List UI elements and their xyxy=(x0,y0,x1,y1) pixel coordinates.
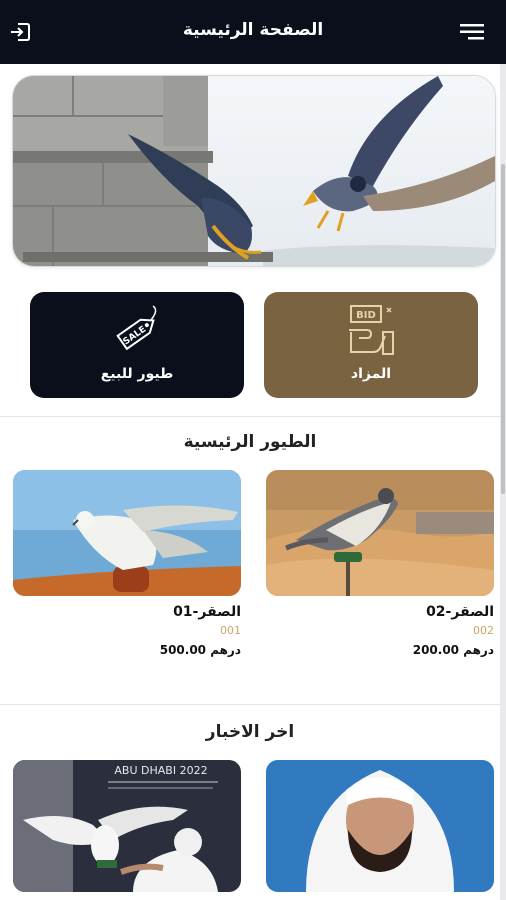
bird-card-info: الصقر-01 001 500.00 درهم xyxy=(13,604,241,657)
scrollbar[interactable] xyxy=(500,64,506,900)
news-event-image: ABU DHABI 2022 xyxy=(13,760,241,892)
scrollbar-thumb[interactable] xyxy=(501,164,505,494)
featured-birds-title: الطيور الرئيسية xyxy=(183,432,317,452)
auction-label: المزاد xyxy=(350,366,392,382)
bird-card-image[interactable] xyxy=(13,470,241,596)
auction-button[interactable]: BID المزاد xyxy=(264,292,478,398)
birds-for-sale-button[interactable]: SALE طيور للبيع xyxy=(30,292,244,398)
app-header: الصفحة الرئيسية xyxy=(0,0,506,64)
bird-code: 001 xyxy=(220,624,241,637)
bird-name: الصقر-02 xyxy=(426,604,494,620)
bid-badge-text: BID xyxy=(356,310,376,321)
bird-card-info: الصقر-02 002 200.00 درهم xyxy=(266,604,494,657)
birds-for-sale-label: طيور للبيع xyxy=(100,366,174,382)
bid-hand-icon: BID xyxy=(264,302,478,358)
falcon-sky-image xyxy=(13,470,241,596)
hero-falcons-image xyxy=(13,76,495,266)
menu-icon[interactable] xyxy=(458,18,486,46)
sale-tag-icon: SALE xyxy=(30,302,244,358)
news-card-image[interactable] xyxy=(266,760,494,892)
latest-news-title: اخر الاخبار xyxy=(205,722,295,742)
bird-card-image[interactable] xyxy=(266,470,494,596)
bird-price: 500.00 درهم xyxy=(159,643,241,657)
falcon-desert-image xyxy=(266,470,494,596)
news-portrait-image xyxy=(266,760,494,892)
news-banner-text: ABU DHABI 2022 xyxy=(114,764,207,777)
bird-name: الصقر-01 xyxy=(173,604,241,620)
page-title: الصفحة الرئيسية xyxy=(182,20,324,40)
bird-code: 002 xyxy=(473,624,494,637)
news-card-image[interactable]: ABU DHABI 2022 xyxy=(13,760,241,892)
bird-price: 200.00 درهم xyxy=(412,643,494,657)
section-divider xyxy=(0,704,500,705)
hero-banner[interactable] xyxy=(12,75,496,267)
section-divider xyxy=(0,416,500,417)
